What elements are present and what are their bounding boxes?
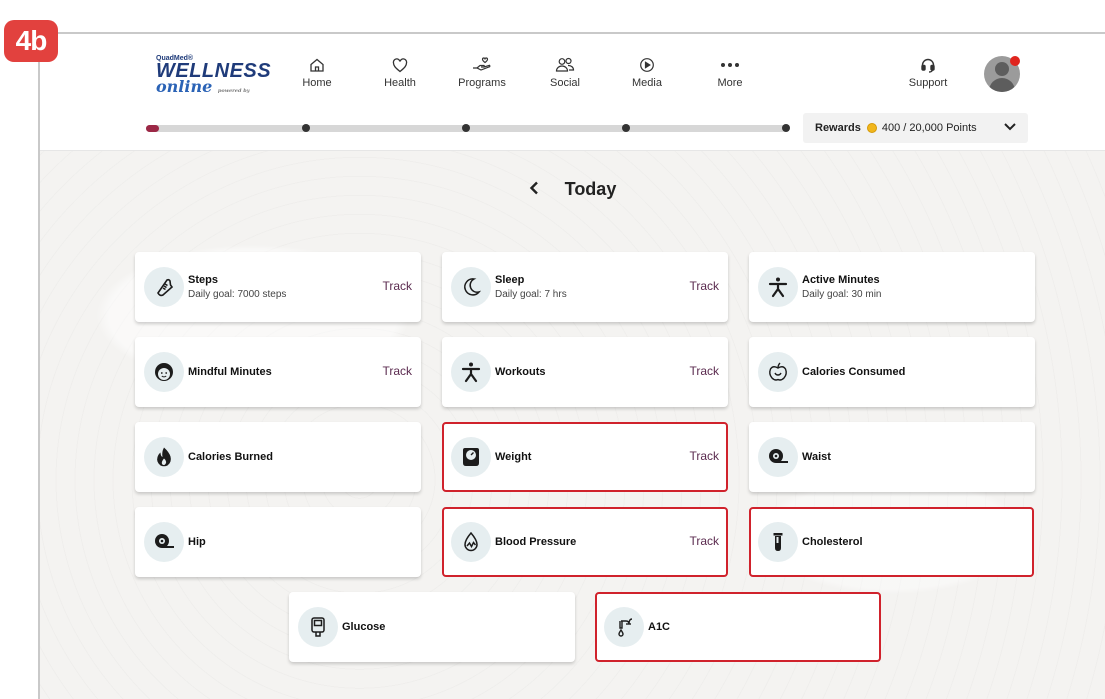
nav-support-label: Support <box>908 77 948 89</box>
nav-home-label: Home <box>302 77 332 89</box>
tracker-card-hip[interactable]: Hip <box>135 507 421 577</box>
card-title: Steps <box>188 274 218 286</box>
page-title: Today <box>564 179 617 199</box>
glucose-meter-icon <box>298 607 338 647</box>
blood-drop-icon <box>451 522 491 562</box>
card-goal: Daily goal: 7000 steps <box>188 289 287 300</box>
dropper-icon <box>604 607 644 647</box>
play-icon <box>639 54 655 76</box>
coin-icon <box>866 123 877 133</box>
nav-media[interactable]: Media <box>607 54 687 89</box>
nav-health[interactable]: Health <box>360 54 440 89</box>
tracker-card-steps[interactable]: Steps Daily goal: 7000 steps Track <box>135 252 421 322</box>
card-title: Sleep <box>495 274 525 286</box>
track-link[interactable]: Track <box>689 364 719 378</box>
card-title: Mindful Minutes <box>188 366 272 378</box>
card-goal: Daily goal: 7 hrs <box>495 289 567 300</box>
back-chevron-icon[interactable] <box>529 179 539 200</box>
scale-icon <box>451 437 491 477</box>
track-link[interactable]: Track <box>689 534 719 548</box>
nav-home[interactable]: Home <box>277 54 357 89</box>
tracker-card-active-minutes[interactable]: Active Minutes Daily goal: 30 min <box>749 252 1035 322</box>
flame-icon <box>144 437 184 477</box>
rewards-progress-fill <box>146 125 159 132</box>
tracker-card-workouts[interactable]: Workouts Track <box>442 337 728 407</box>
card-title: Hip <box>188 536 206 548</box>
nav-support[interactable]: Support <box>888 54 968 89</box>
tracker-card-a1c[interactable]: A1C <box>595 592 881 662</box>
track-link[interactable]: Track <box>382 279 412 293</box>
workout-person-icon <box>451 352 491 392</box>
rewards-progress-track <box>146 124 790 132</box>
tracker-card-calories-burned[interactable]: Calories Burned <box>135 422 421 492</box>
nav-more[interactable]: More <box>690 54 770 89</box>
shoe-icon <box>144 267 184 307</box>
avatar-head <box>995 62 1009 76</box>
tracker-card-glucose[interactable]: Glucose <box>289 592 575 662</box>
tracker-card-calories-consumed[interactable]: Calories Consumed <box>749 337 1035 407</box>
nav-social[interactable]: Social <box>525 54 605 89</box>
nav-social-label: Social <box>550 77 580 89</box>
tracker-card-weight[interactable]: Weight Track <box>442 422 728 492</box>
card-title: Active Minutes <box>802 274 880 286</box>
step-badge: 4b <box>4 20 58 62</box>
card-title: Blood Pressure <box>495 536 577 548</box>
card-title: Waist <box>802 451 831 463</box>
card-title: Cholesterol <box>802 536 863 548</box>
moon-icon <box>451 267 491 307</box>
headset-icon <box>920 54 936 76</box>
avatar-body <box>989 78 1015 92</box>
card-goal: Daily goal: 30 min <box>802 289 882 300</box>
rewards-label: Rewards <box>815 122 861 134</box>
test-tube-icon <box>758 522 798 562</box>
face-icon <box>144 352 184 392</box>
people-icon <box>555 54 575 76</box>
heart-icon <box>392 54 408 76</box>
apple-icon <box>758 352 798 392</box>
card-title: Workouts <box>495 366 546 378</box>
home-icon <box>309 54 325 76</box>
nav-media-label: Media <box>632 77 662 89</box>
active-person-icon <box>758 267 798 307</box>
card-title: A1C <box>648 621 671 633</box>
nav-programs-label: Programs <box>458 77 506 89</box>
card-title: Glucose <box>342 621 386 633</box>
tape-measure-icon <box>758 437 798 477</box>
progress-milestone <box>622 124 630 132</box>
progress-milestone <box>782 124 790 132</box>
notification-dot <box>1010 56 1020 66</box>
chevron-down-icon <box>1004 122 1016 134</box>
progress-milestone <box>302 124 310 132</box>
rewards-dropdown[interactable]: Rewards 400 / 20,000 Points <box>803 113 1028 143</box>
card-title: Calories Consumed <box>802 366 906 378</box>
hand-heart-icon <box>472 54 492 76</box>
app-header: QuadMed® WELLNESS online powered by Home… <box>40 34 1105 151</box>
tracker-card-waist[interactable]: Waist <box>749 422 1035 492</box>
track-link[interactable]: Track <box>689 279 719 293</box>
tracker-card-sleep[interactable]: Sleep Daily goal: 7 hrs Track <box>442 252 728 322</box>
tape-measure-icon <box>144 522 184 562</box>
nav-more-label: More <box>717 77 743 89</box>
tracker-card-mindful-minutes[interactable]: Mindful Minutes Track <box>135 337 421 407</box>
logo-script-row: online powered by <box>156 77 261 98</box>
logo-powered-by: powered by <box>217 88 250 94</box>
rewards-points: 400 / 20,000 Points <box>881 122 977 134</box>
nav-programs[interactable]: Programs <box>442 54 522 89</box>
wellness-logo[interactable]: QuadMed® WELLNESS online powered by <box>156 55 271 95</box>
card-title: Weight <box>495 451 532 463</box>
track-link[interactable]: Track <box>689 449 719 463</box>
today-content: Today Steps Daily goal: 7000 steps Track… <box>40 151 1105 699</box>
tracker-card-blood-pressure[interactable]: Blood Pressure Track <box>442 507 728 577</box>
more-dots-icon <box>720 54 740 76</box>
today-header: Today <box>40 179 1105 200</box>
progress-milestone <box>462 124 470 132</box>
nav-health-label: Health <box>384 77 416 89</box>
logo-brand-script: online <box>156 77 213 96</box>
track-link[interactable]: Track <box>382 364 412 378</box>
tracker-card-cholesterol[interactable]: Cholesterol <box>749 507 1034 577</box>
card-title: Calories Burned <box>188 451 273 463</box>
